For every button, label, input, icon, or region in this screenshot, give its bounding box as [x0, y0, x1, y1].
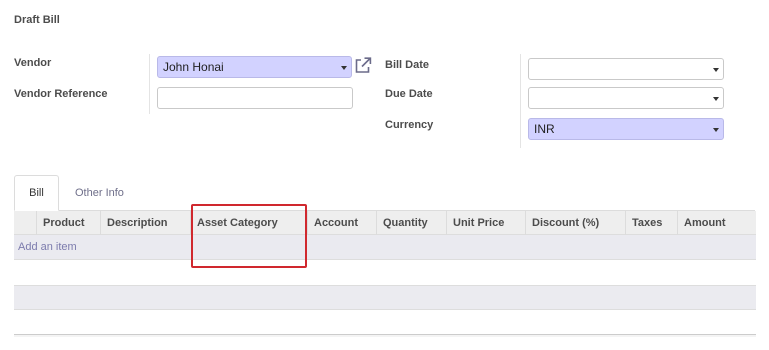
vendor-label: Vendor: [14, 57, 52, 69]
caret-down-icon[interactable]: [713, 68, 719, 72]
vendor-reference-input[interactable]: [157, 87, 353, 109]
currency-label: Currency: [385, 119, 434, 131]
column-discount[interactable]: Discount (%): [525, 211, 627, 235]
column-description[interactable]: Description: [100, 211, 190, 235]
tab-other-info[interactable]: Other Info: [75, 187, 124, 199]
currency-field[interactable]: INR: [528, 118, 724, 140]
page-title: Draft Bill: [14, 14, 60, 26]
due-date-label: Due Date: [385, 88, 433, 100]
column-account[interactable]: Account: [307, 211, 377, 235]
right-separator: [520, 54, 521, 148]
table-footer: [14, 334, 756, 337]
table-row: Add an item: [14, 235, 756, 260]
caret-down-icon[interactable]: [341, 66, 347, 70]
column-amount[interactable]: Amount: [677, 211, 756, 235]
left-separator: [149, 54, 150, 114]
external-link-icon[interactable]: [354, 57, 372, 74]
vendor-value: John Honai: [163, 60, 224, 74]
column-quantity[interactable]: Quantity: [376, 211, 446, 235]
due-date-field[interactable]: [528, 87, 724, 109]
table-header: Product Description Asset Category Accou…: [14, 211, 756, 235]
caret-down-icon[interactable]: [713, 97, 719, 101]
column-taxes[interactable]: Taxes: [625, 211, 678, 235]
vendor-field[interactable]: John Honai: [157, 56, 352, 78]
table-row: [14, 285, 756, 310]
bill-date-label: Bill Date: [385, 59, 430, 71]
caret-down-icon[interactable]: [713, 128, 719, 132]
tab-bill[interactable]: Bill: [14, 175, 59, 211]
vendor-reference-label: Vendor Reference: [14, 88, 108, 100]
bill-date-field[interactable]: [528, 58, 724, 80]
highlight-box: [191, 204, 307, 268]
column-unit-price[interactable]: Unit Price: [446, 211, 526, 235]
add-item-link[interactable]: Add an item: [18, 241, 77, 253]
table-row: [14, 260, 756, 285]
column-product[interactable]: Product: [36, 211, 104, 235]
currency-value: INR: [534, 122, 555, 136]
column-handle: [14, 211, 36, 235]
